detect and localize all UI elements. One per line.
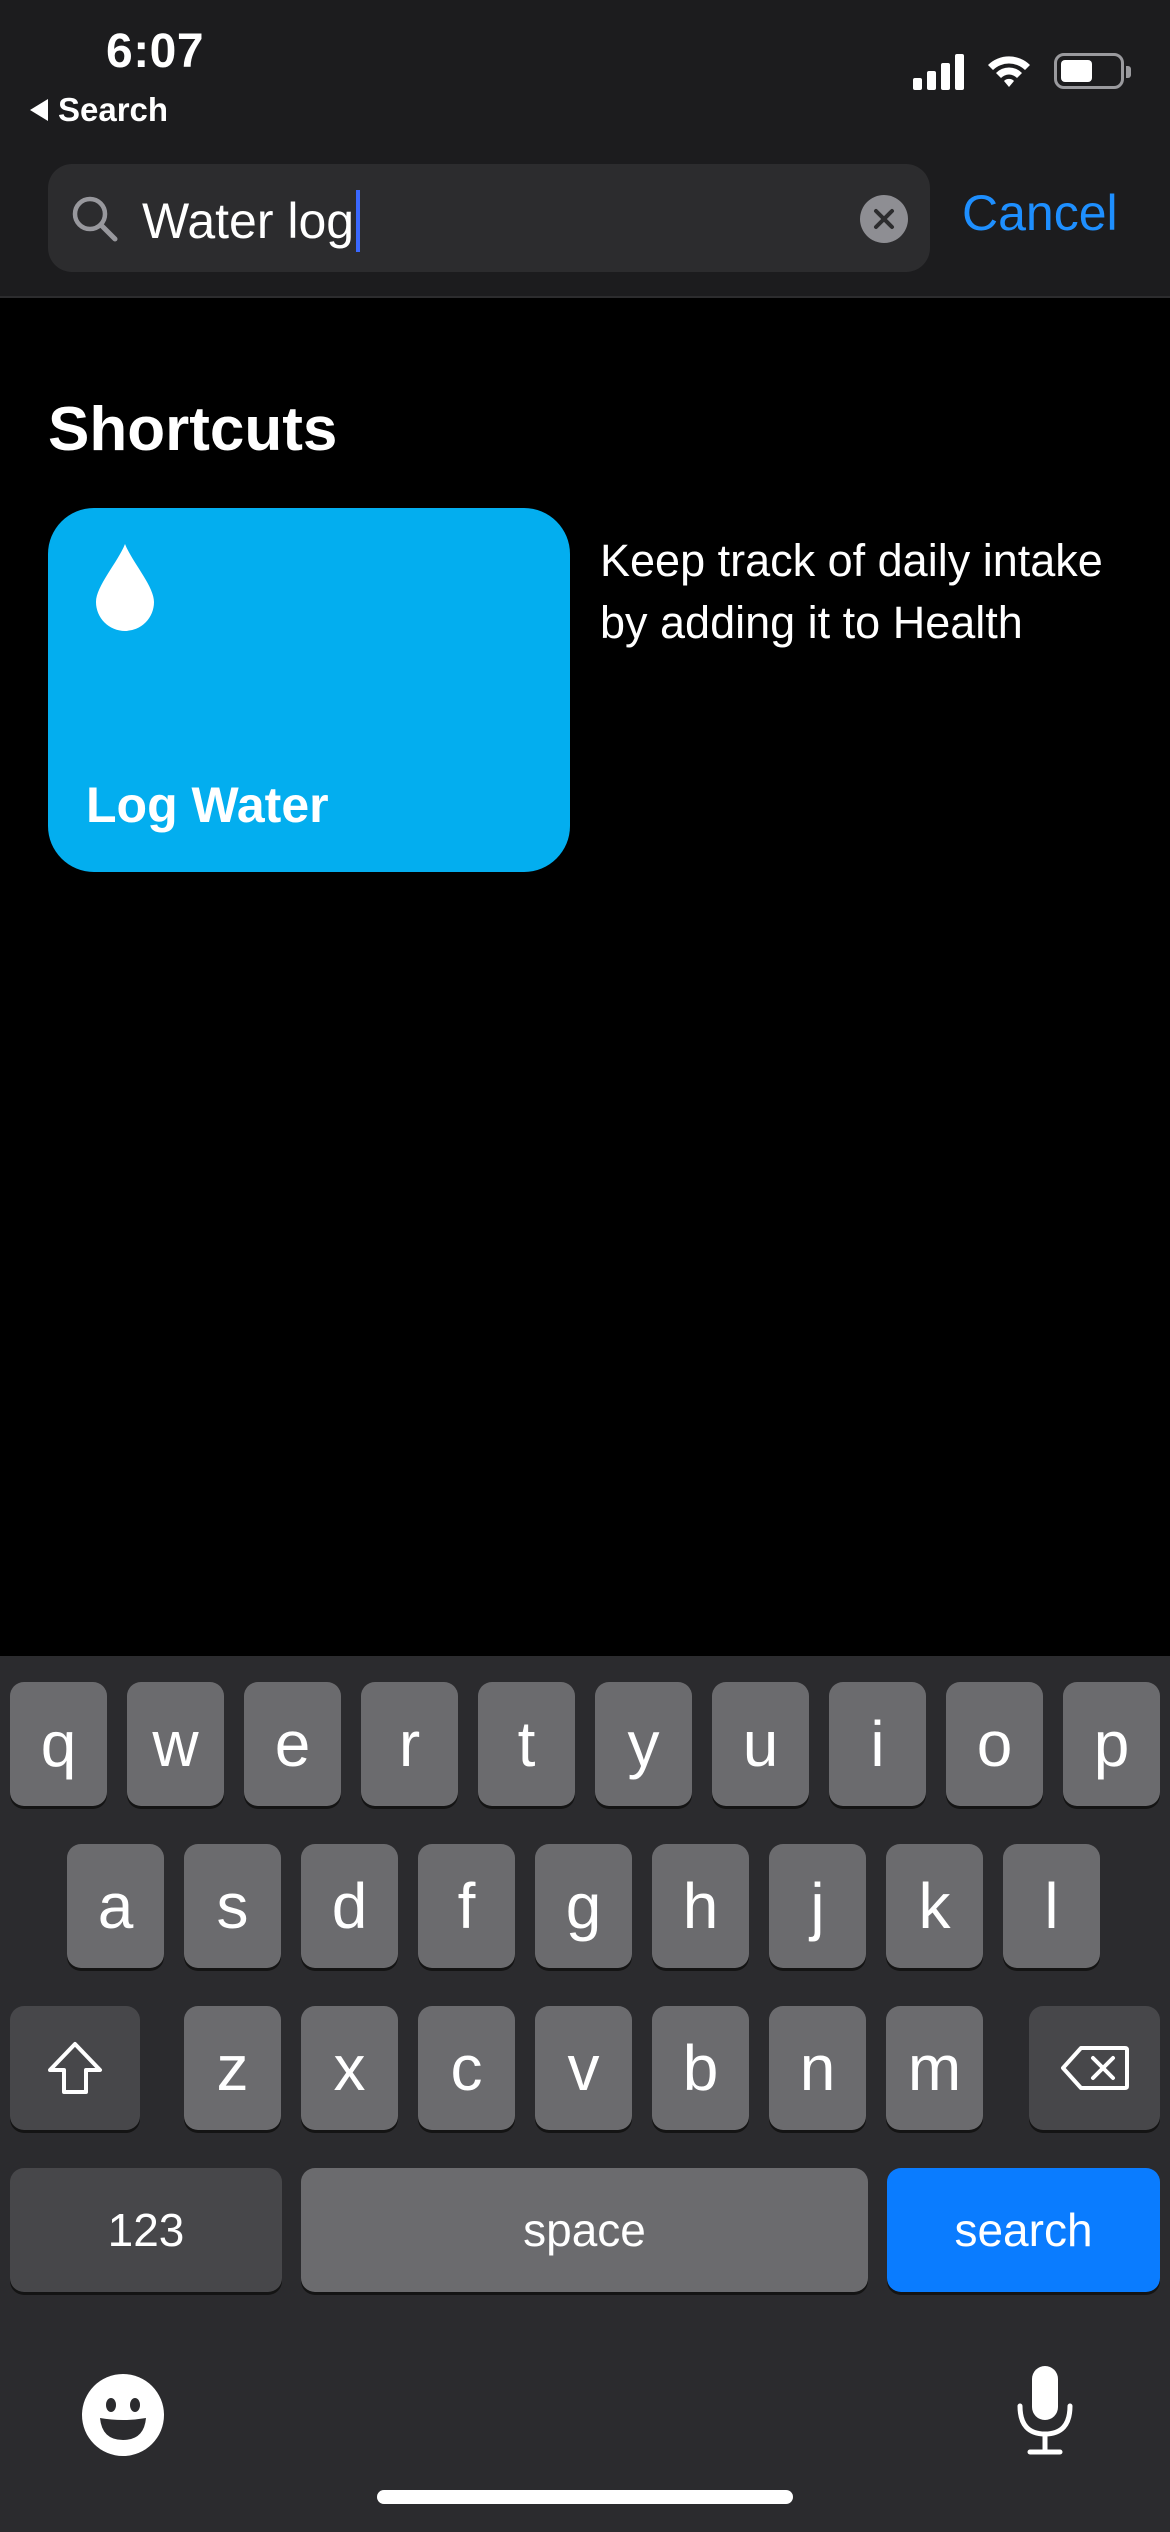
key-e[interactable]: e	[244, 1682, 341, 1806]
microphone-icon	[1017, 2366, 1073, 2455]
search-query: Water log	[142, 193, 355, 249]
section-title: Shortcuts	[48, 395, 338, 464]
key-p[interactable]: p	[1063, 1682, 1160, 1806]
shortcut-description: Keep track of daily intake by adding it …	[600, 535, 1103, 648]
key-r[interactable]: r	[361, 1682, 458, 1806]
key-f[interactable]: f	[418, 1844, 515, 1968]
dictation-key[interactable]	[1010, 2362, 1080, 2463]
key-y[interactable]: y	[595, 1682, 692, 1806]
shortcut-name: Log Water	[86, 777, 329, 833]
close-icon	[874, 209, 894, 229]
emoji-icon	[100, 2398, 146, 2440]
status-icons	[913, 52, 1131, 90]
back-arrow-icon	[30, 99, 48, 121]
key-x[interactable]: x	[301, 2006, 398, 2130]
status-time: 6:07	[106, 25, 205, 78]
key-b[interactable]: b	[652, 2006, 749, 2130]
header-divider	[0, 296, 1170, 298]
search-field[interactable]: Water log	[48, 164, 930, 272]
key-w[interactable]: w	[127, 1682, 224, 1806]
key-c[interactable]: c	[418, 2006, 515, 2130]
key-k[interactable]: k	[886, 1844, 983, 1968]
key-m[interactable]: m	[886, 2006, 983, 2130]
delete-key[interactable]	[1029, 2006, 1160, 2130]
key-h[interactable]: h	[652, 1844, 749, 1968]
key-j[interactable]: j	[769, 1844, 866, 1968]
log-water-shortcut-tile[interactable]: Log Water	[48, 508, 570, 872]
key-z[interactable]: z	[184, 2006, 281, 2130]
key-q[interactable]: q	[10, 1682, 107, 1806]
clear-search-button[interactable]	[860, 195, 908, 243]
back-to-search-link[interactable]: Search	[30, 90, 168, 130]
key-i[interactable]: i	[829, 1682, 926, 1806]
text-cursor	[356, 190, 361, 252]
home-indicator[interactable]	[377, 2490, 793, 2504]
space-key[interactable]: space	[301, 2168, 868, 2292]
key-n[interactable]: n	[769, 2006, 866, 2130]
wifi-icon	[988, 56, 1030, 87]
key-s[interactable]: s	[184, 1844, 281, 1968]
cancel-button[interactable]: Cancel	[962, 184, 1118, 242]
numbers-key[interactable]: 123	[10, 2168, 282, 2292]
delete-icon	[1060, 2046, 1129, 2090]
key-o[interactable]: o	[946, 1682, 1043, 1806]
water-drop-icon	[96, 544, 154, 631]
key-g[interactable]: g	[535, 1844, 632, 1968]
emoji-key[interactable]	[82, 2374, 164, 2456]
search-input[interactable]: Water log	[142, 190, 361, 252]
screen: 6:07 Search Water log Cancel Shortcuts L…	[0, 0, 1170, 2532]
key-d[interactable]: d	[301, 1844, 398, 1968]
cellular-signal-icon	[913, 52, 964, 90]
key-a[interactable]: a	[67, 1844, 164, 1968]
search-icon	[72, 196, 118, 242]
shift-icon	[48, 2042, 102, 2094]
shift-key[interactable]	[10, 2006, 140, 2130]
key-u[interactable]: u	[712, 1682, 809, 1806]
search-key[interactable]: search	[887, 2168, 1160, 2292]
key-l[interactable]: l	[1003, 1844, 1100, 1968]
key-v[interactable]: v	[535, 2006, 632, 2130]
key-t[interactable]: t	[478, 1682, 575, 1806]
back-link-label: Search	[58, 91, 169, 128]
battery-icon	[1054, 53, 1131, 89]
